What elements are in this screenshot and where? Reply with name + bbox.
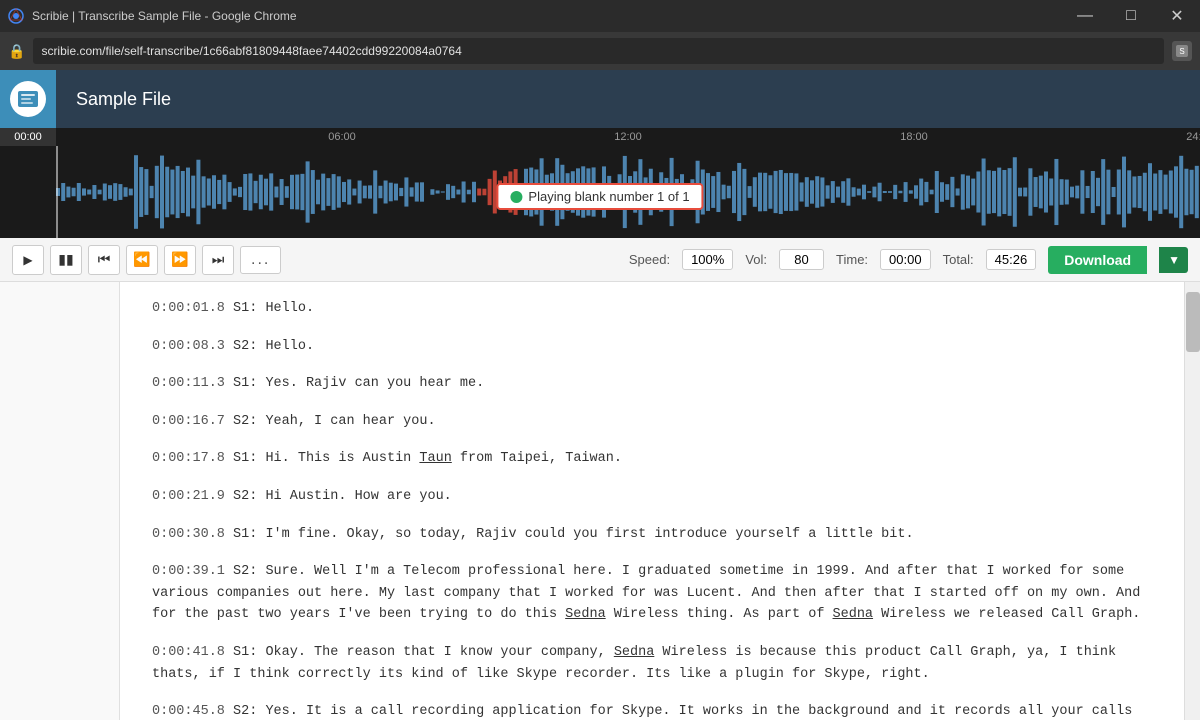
more-options-button[interactable]: ... [240, 246, 281, 274]
svg-text:S: S [1179, 47, 1184, 56]
scrollbar-right[interactable] [1184, 282, 1200, 720]
skip-to-start-button[interactable]: ⏮ [88, 245, 120, 275]
speaker-8: S1: [233, 645, 257, 660]
addressbar: 🔒 S [0, 32, 1200, 70]
underlined-word: Sedna [833, 607, 874, 622]
window-title: Scribie | Transcribe Sample File - Googl… [32, 9, 297, 23]
status-text: Playing blank number 1 of 1 [528, 189, 689, 204]
timestamp-5: 0:00:21.9 [152, 489, 225, 504]
titlebar: Scribie | Transcribe Sample File - Googl… [0, 0, 1200, 32]
close-button[interactable]: ✕ [1154, 0, 1200, 32]
download-button[interactable]: Download [1048, 246, 1147, 274]
fast-forward-button[interactable]: ⏩ [164, 245, 196, 275]
time-label: Time: [836, 252, 868, 267]
speed-label: Speed: [629, 252, 670, 267]
waveform-container[interactable]: 00:00 06:00 12:00 18:00 24:00 Playing blank… [0, 128, 1200, 238]
extension-icon[interactable]: S [1172, 41, 1192, 61]
controls-right: Speed: 100% Vol: 80 Time: 00:00 Total: 4… [629, 246, 1188, 274]
speaker-9: S2: [233, 704, 257, 719]
transcript-text-3: Yeah, I can hear you. [265, 414, 435, 429]
timestamp-4: 0:00:17.8 [152, 451, 225, 466]
transcript-text-6: I'm fine. Okay, so today, Rajiv could yo… [265, 527, 913, 542]
transcript-block-6: 0:00:30.8 S1: I'm fine. Okay, so today, … [152, 524, 1152, 546]
underlined-word: Sedna [614, 645, 655, 660]
rewind-button[interactable]: ⏪ [126, 245, 158, 275]
transcript-block-3: 0:00:16.7 S2: Yeah, I can hear you. [152, 411, 1152, 433]
content-wrapper: 0:00:01.8 S1: Hello.0:00:08.3 S2: Hello.… [0, 282, 1200, 720]
ruler-mark-2: 18:00 [900, 131, 928, 143]
vol-value: 80 [779, 249, 824, 270]
status-badge: Playing blank number 1 of 1 [496, 183, 703, 210]
speed-value: 100% [682, 249, 733, 270]
speaker-1: S2: [233, 339, 257, 354]
chrome-icon [8, 8, 24, 24]
transcript-text-2: Yes. Rajiv can you hear me. [265, 376, 484, 391]
speaker-4: S1: [233, 451, 257, 466]
ruler-mark-0: 06:00 [328, 131, 356, 143]
underlined-word: Taun [419, 451, 451, 466]
app-header: Sample File [0, 70, 1200, 128]
transcript-text-8: Okay. The reason that I know your compan… [152, 645, 1116, 682]
ruler-mark-1: 12:00 [614, 131, 642, 143]
speaker-5: S2: [233, 489, 257, 504]
ruler-mark-3: 24:00 [1186, 131, 1200, 143]
scrollbar-thumb[interactable] [1186, 292, 1200, 352]
skip-to-end-button[interactable]: ⏭ [202, 245, 234, 275]
logo-icon [10, 81, 46, 117]
transcript-text-9: Yes. It is a call recording application … [152, 704, 1148, 720]
timestamp-6: 0:00:30.8 [152, 527, 225, 542]
transcript-text-0: Hello. [265, 301, 314, 316]
download-arrow-button[interactable]: ▼ [1159, 247, 1188, 273]
transcript-block-4: 0:00:17.8 S1: Hi. This is Austin Taun fr… [152, 448, 1152, 470]
lock-icon: 🔒 [8, 43, 25, 60]
sidebar-left [0, 282, 120, 720]
transcript-text-7: Sure. Well I'm a Telecom professional he… [152, 564, 1140, 622]
speaker-2: S1: [233, 376, 257, 391]
transcript-block-2: 0:00:11.3 S1: Yes. Rajiv can you hear me… [152, 373, 1152, 395]
transcript-block-0: 0:00:01.8 S1: Hello. [152, 298, 1152, 320]
underlined-word: Sedna [565, 607, 606, 622]
waveform-ruler: 06:00 12:00 18:00 24:00 [56, 128, 1200, 146]
timestamp-1: 0:00:08.3 [152, 339, 225, 354]
total-value: 45:26 [986, 249, 1037, 270]
timestamp-0: 0:00:01.8 [152, 301, 225, 316]
total-label: Total: [943, 252, 974, 267]
timestamp-3: 0:00:16.7 [152, 414, 225, 429]
vol-label: Vol: [745, 252, 767, 267]
controls-bar: ▶ ▮▮ ⏮ ⏪ ⏩ ⏭ ... Speed: 100% Vol: 80 Tim… [0, 238, 1200, 282]
timestamp-8: 0:00:41.8 [152, 645, 225, 660]
pause-button[interactable]: ▮▮ [50, 245, 82, 275]
speaker-7: S2: [233, 564, 257, 579]
transcript-area[interactable]: 0:00:01.8 S1: Hello.0:00:08.3 S2: Hello.… [120, 282, 1184, 720]
transcript-block-9: 0:00:45.8 S2: Yes. It is a call recordin… [152, 701, 1152, 720]
timestamp-2: 0:00:11.3 [152, 376, 225, 391]
timestamp-7: 0:00:39.1 [152, 564, 225, 579]
file-title: Sample File [56, 89, 191, 110]
maximize-button[interactable]: □ [1108, 0, 1154, 32]
timestamp-9: 0:00:45.8 [152, 704, 225, 719]
playhead-time: 00:00 [0, 128, 56, 146]
speaker-6: S1: [233, 527, 257, 542]
transcript-block-8: 0:00:41.8 S1: Okay. The reason that I kn… [152, 642, 1152, 685]
time-value: 00:00 [880, 249, 931, 270]
url-input[interactable] [33, 38, 1164, 64]
speaker-3: S2: [233, 414, 257, 429]
logo-area [0, 70, 56, 128]
speaker-0: S1: [233, 301, 257, 316]
transcript-block-5: 0:00:21.9 S2: Hi Austin. How are you. [152, 486, 1152, 508]
minimize-button[interactable]: — [1062, 0, 1108, 32]
transcript-text-4: Hi. This is Austin Taun from Taipei, Tai… [265, 451, 621, 466]
play-button[interactable]: ▶ [12, 245, 44, 275]
transcript-text-1: Hello. [265, 339, 314, 354]
titlebar-left: Scribie | Transcribe Sample File - Googl… [8, 8, 297, 24]
titlebar-controls: — □ ✕ [1062, 0, 1200, 32]
transcript-text-5: Hi Austin. How are you. [265, 489, 451, 504]
transcript-block-7: 0:00:39.1 S2: Sure. Well I'm a Telecom p… [152, 561, 1152, 626]
transcript-block-1: 0:00:08.3 S2: Hello. [152, 336, 1152, 358]
status-dot [510, 191, 522, 203]
